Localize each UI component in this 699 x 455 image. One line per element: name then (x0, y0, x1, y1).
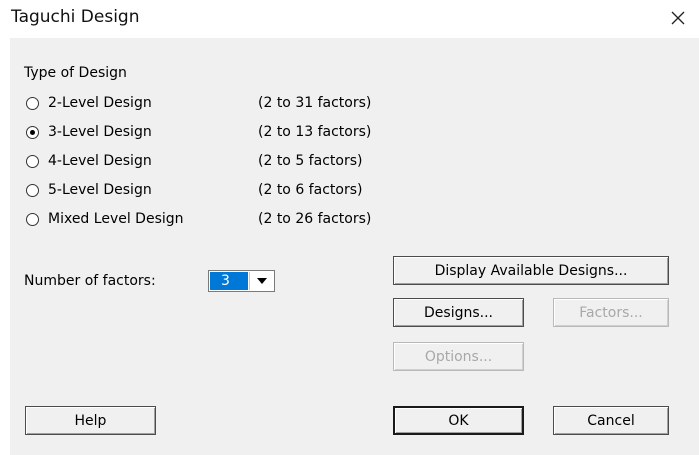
close-button[interactable] (663, 4, 693, 32)
factors-button[interactable]: Factors... (553, 298, 669, 327)
taguchi-design-dialog: Taguchi Design Type of Design 2-Level De… (0, 0, 699, 455)
radio-button[interactable] (26, 154, 39, 168)
display-available-designs-button[interactable]: Display Available Designs... (393, 256, 669, 285)
window-title: Taguchi Design (11, 7, 140, 27)
number-of-factors-dropdown[interactable]: 3 (208, 270, 275, 292)
help-button[interactable]: Help (25, 406, 156, 435)
factor-range: (2 to 6 factors) (258, 182, 363, 198)
radio-4-level-design[interactable]: 4-Level Design (2 to 5 factors) (26, 151, 466, 171)
radio-button[interactable] (26, 212, 39, 226)
radio-button[interactable] (26, 96, 39, 110)
number-of-factors-label: Number of factors: (24, 273, 156, 289)
factor-range: (2 to 31 factors) (258, 95, 372, 111)
factor-range: (2 to 5 factors) (258, 153, 363, 169)
cancel-button[interactable]: Cancel (553, 406, 669, 435)
radio-label: 5-Level Design (48, 182, 152, 198)
designs-button[interactable]: Designs... (393, 298, 524, 327)
options-button[interactable]: Options... (393, 342, 524, 371)
close-icon (671, 11, 685, 25)
title-bar: Taguchi Design (0, 0, 699, 38)
radio-5-level-design[interactable]: 5-Level Design (2 to 6 factors) (26, 180, 466, 200)
dropdown-arrow-button[interactable] (249, 272, 273, 290)
radio-mixed-level-design[interactable]: Mixed Level Design (2 to 26 factors) (26, 209, 466, 229)
radio-label: 2-Level Design (48, 95, 152, 111)
factor-range: (2 to 26 factors) (258, 211, 372, 227)
radio-button[interactable] (26, 183, 39, 197)
dialog-body: Type of Design 2-Level Design (2 to 31 f… (10, 38, 699, 455)
number-of-factors-value: 3 (210, 272, 248, 290)
ok-button[interactable]: OK (393, 406, 524, 435)
factor-range: (2 to 13 factors) (258, 124, 372, 140)
radio-2-level-design[interactable]: 2-Level Design (2 to 31 factors) (26, 93, 466, 113)
chevron-down-icon (256, 278, 267, 284)
radio-label: Mixed Level Design (48, 211, 184, 227)
radio-3-level-design[interactable]: 3-Level Design (2 to 13 factors) (26, 122, 466, 142)
radio-label: 3-Level Design (48, 124, 152, 140)
radio-button-selected[interactable] (26, 125, 39, 139)
radio-label: 4-Level Design (48, 153, 152, 169)
type-of-design-label: Type of Design (24, 65, 127, 81)
